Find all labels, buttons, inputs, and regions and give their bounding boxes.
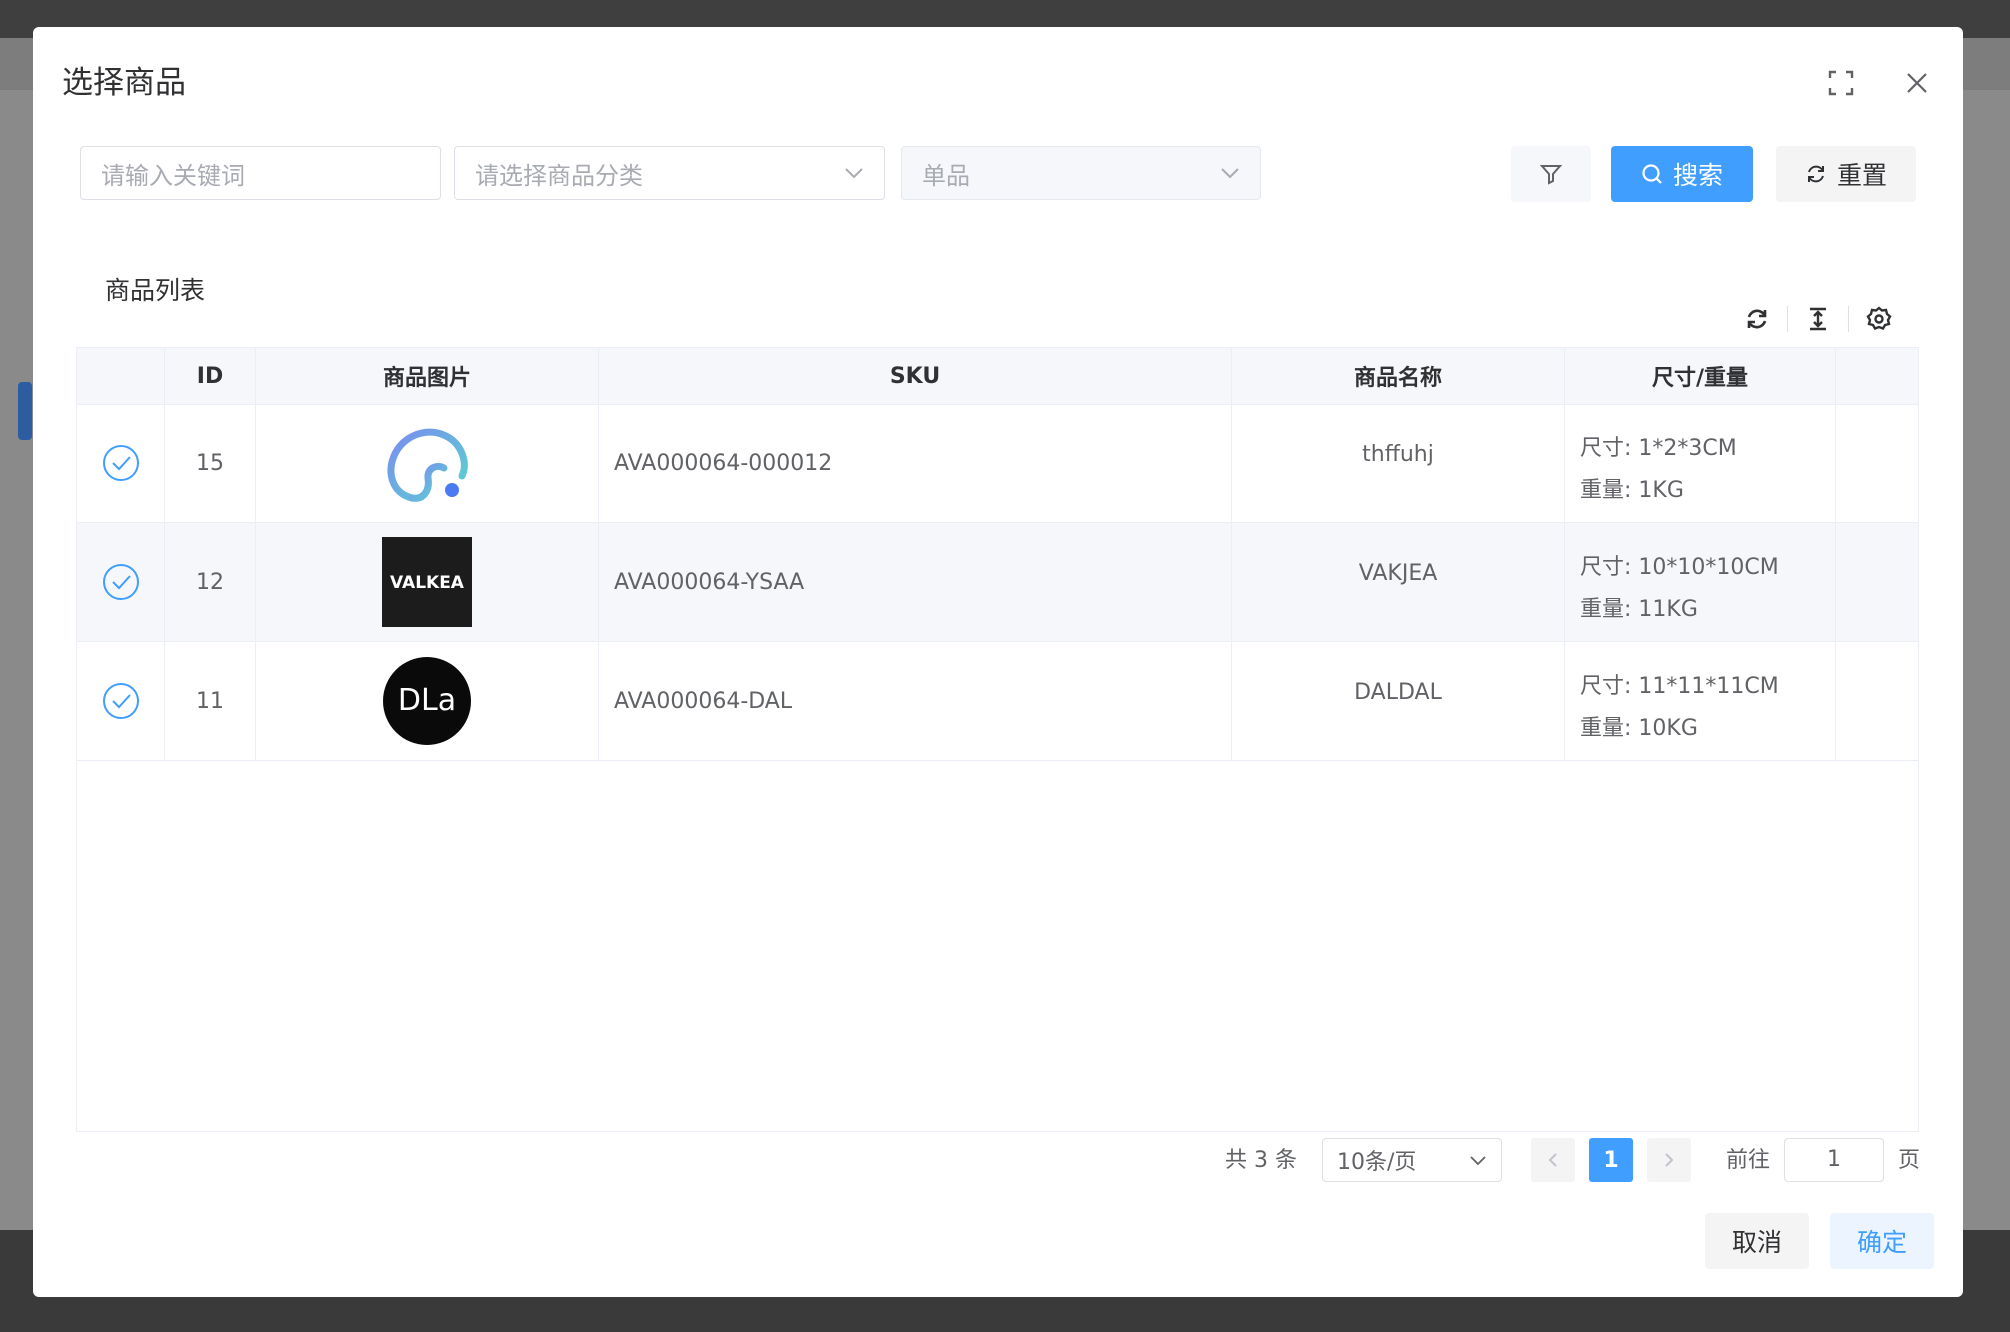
row-image xyxy=(256,404,599,522)
row-size: 尺寸: 11*11*11CM xyxy=(1580,674,1779,699)
check-circle-icon xyxy=(102,564,139,600)
refresh-icon xyxy=(1807,165,1824,183)
search-label: 搜索 xyxy=(1672,161,1723,190)
row-size-weight: 尺寸: 11*11*11CM 重量: 10KG xyxy=(1565,642,1836,760)
prev-page-button[interactable] xyxy=(1531,1138,1575,1182)
reset-button[interactable]: 重置 xyxy=(1776,146,1916,202)
row-id: 12 xyxy=(165,523,256,641)
header-image: 商品图片 xyxy=(256,348,599,404)
row-checkbox[interactable] xyxy=(77,404,165,522)
page-size-select[interactable]: 10条/页 xyxy=(1322,1138,1502,1182)
search-icon xyxy=(1642,164,1662,184)
dialog-title: 选择商品 xyxy=(62,65,186,101)
confirm-button[interactable]: 确定 xyxy=(1830,1213,1934,1269)
goto-suffix: 页 xyxy=(1898,1148,1921,1173)
select-product-dialog: 选择商品 请输入关键词 请选择商品分类 单品 搜索 重置 商品列表 ID 商品图… xyxy=(33,27,1963,1297)
page-size-value: 10条/页 xyxy=(1337,1150,1417,1175)
product-table: ID 商品图片 SKU 商品名称 尺寸/重量 15 AVA000064-0000… xyxy=(76,347,1919,1132)
table-row[interactable]: 12 VALKEA AVA000064-YSAA VAKJEA 尺寸: 10*1… xyxy=(77,523,1918,642)
table-header: ID 商品图片 SKU 商品名称 尺寸/重量 xyxy=(77,348,1918,405)
header-select xyxy=(77,348,165,404)
fullscreen-icon[interactable] xyxy=(1821,63,1861,103)
row-size: 尺寸: 1*2*3CM xyxy=(1580,436,1737,461)
table-row[interactable]: 15 AVA000064-000012 thffuhj 尺寸: 1*2*3CM … xyxy=(77,404,1918,523)
row-id: 15 xyxy=(165,404,256,522)
check-circle-icon xyxy=(102,683,139,719)
refresh-icon[interactable] xyxy=(1737,299,1777,339)
dla-logo-image: DLa xyxy=(383,657,471,745)
chevron-down-icon xyxy=(845,168,863,179)
header-name: 商品名称 xyxy=(1232,348,1565,404)
list-title: 商品列表 xyxy=(105,276,206,305)
row-id: 11 xyxy=(165,642,256,760)
check-circle-icon xyxy=(102,445,139,481)
row-checkbox[interactable] xyxy=(77,642,165,760)
row-name: thffuhj xyxy=(1232,404,1565,522)
category-placeholder: 请选择商品分类 xyxy=(475,161,643,190)
row-action xyxy=(1836,523,1920,641)
header-id: ID xyxy=(165,348,256,404)
filter-icon xyxy=(1540,165,1562,185)
row-sku: AVA000064-YSAA xyxy=(599,523,1232,641)
row-sku: AVA000064-000012 xyxy=(599,404,1232,522)
swirl-logo-image xyxy=(387,428,468,502)
table-row[interactable]: 11 DLa AVA000064-DAL DALDAL 尺寸: 11*11*11… xyxy=(77,642,1918,761)
toolbar-divider xyxy=(1787,306,1788,332)
reset-label: 重置 xyxy=(1836,161,1887,190)
row-weight: 重量: 10KG xyxy=(1580,716,1698,741)
chevron-down-icon xyxy=(1221,168,1239,179)
row-name: VAKJEA xyxy=(1232,523,1565,641)
chevron-left-icon xyxy=(1548,1153,1557,1167)
pagination-total: 共 3 条 xyxy=(1225,1148,1297,1173)
next-page-button[interactable] xyxy=(1647,1138,1691,1182)
settings-icon[interactable] xyxy=(1859,299,1899,339)
chevron-right-icon xyxy=(1665,1153,1674,1167)
background-button xyxy=(18,382,32,440)
product-type-value: 单品 xyxy=(922,161,970,190)
row-image: DLa xyxy=(256,642,599,760)
keyword-placeholder: 请输入关键词 xyxy=(101,161,245,190)
cancel-button[interactable]: 取消 xyxy=(1705,1213,1809,1269)
valkea-logo-text: VALKEA xyxy=(390,573,465,593)
table-toolbar xyxy=(1737,299,1899,339)
toolbar-divider xyxy=(1848,306,1849,332)
category-select[interactable]: 请选择商品分类 xyxy=(454,146,885,200)
row-size-weight: 尺寸: 10*10*10CM 重量: 11KG xyxy=(1565,523,1836,641)
row-sku: AVA000064-DAL xyxy=(599,642,1232,760)
header-size-weight: 尺寸/重量 xyxy=(1565,348,1836,404)
search-button[interactable]: 搜索 xyxy=(1611,146,1753,202)
row-weight: 重量: 11KG xyxy=(1580,597,1698,622)
goto-page-input[interactable]: 1 xyxy=(1784,1138,1884,1182)
header-action xyxy=(1836,348,1920,404)
row-size-weight: 尺寸: 1*2*3CM 重量: 1KG xyxy=(1565,404,1836,522)
product-type-select[interactable]: 单品 xyxy=(901,146,1261,200)
row-image: VALKEA xyxy=(256,523,599,641)
dla-logo-text: DLa xyxy=(398,683,456,718)
filter-button[interactable] xyxy=(1511,146,1591,202)
header-sku: SKU xyxy=(599,348,1232,404)
row-checkbox[interactable] xyxy=(77,523,165,641)
chevron-down-icon xyxy=(1470,1155,1486,1165)
close-icon[interactable] xyxy=(1897,63,1937,103)
valkea-logo-image: VALKEA xyxy=(382,537,472,627)
goto-label: 前往 xyxy=(1726,1148,1771,1173)
page-number-1[interactable]: 1 xyxy=(1589,1138,1633,1182)
row-name: DALDAL xyxy=(1232,642,1565,760)
column-height-icon[interactable] xyxy=(1798,299,1838,339)
row-action xyxy=(1836,642,1920,760)
row-action xyxy=(1836,404,1920,522)
row-weight: 重量: 1KG xyxy=(1580,478,1684,503)
row-size: 尺寸: 10*10*10CM xyxy=(1580,555,1779,580)
keyword-input[interactable]: 请输入关键词 xyxy=(80,146,441,200)
